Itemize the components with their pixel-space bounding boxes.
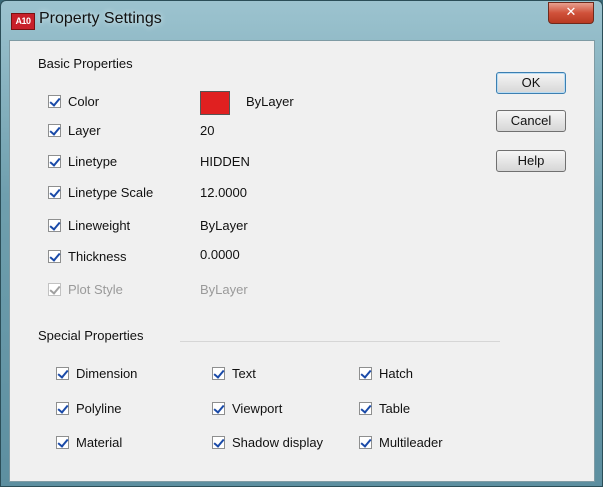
- checkbox-check-icon[interactable]: [48, 124, 61, 137]
- hatch-label: Hatch: [379, 366, 413, 381]
- dialog-body: Basic Properties Color ByLayer Layer 20 …: [9, 40, 595, 482]
- lineweight-label: Lineweight: [68, 218, 131, 233]
- text-label: Text: [232, 366, 256, 381]
- color-swatch: [200, 91, 230, 115]
- window-title: Property Settings: [39, 10, 162, 27]
- checkbox-check-icon[interactable]: [56, 367, 69, 380]
- linetype-scale-label: Linetype Scale: [68, 185, 154, 200]
- autocad-logo-icon: A10: [11, 13, 35, 30]
- checkbox-check-icon[interactable]: [359, 367, 372, 380]
- ok-button[interactable]: OK: [496, 72, 566, 94]
- thickness-value: 0.0000: [200, 247, 240, 262]
- checkbox-check-icon[interactable]: [48, 95, 61, 108]
- linetype-value: HIDDEN: [200, 154, 250, 169]
- thickness-label: Thickness: [68, 249, 127, 264]
- checkbox-check-icon[interactable]: [48, 250, 61, 263]
- checkbox-check-icon[interactable]: [48, 186, 61, 199]
- multileader-label: Multileader: [379, 435, 443, 450]
- checkbox-check-icon[interactable]: [212, 367, 225, 380]
- checkbox-check-icon: [48, 283, 61, 296]
- table-label: Table: [379, 401, 411, 416]
- checkbox-check-icon[interactable]: [56, 436, 69, 449]
- checkbox-check-icon[interactable]: [48, 219, 61, 232]
- property-settings-window: A10 Property Settings ✕ Basic Properties…: [0, 0, 603, 487]
- dimension-label: Dimension: [76, 366, 138, 381]
- plot-style-value: ByLayer: [200, 282, 248, 297]
- special-properties-label: Special Properties: [38, 328, 144, 343]
- title-bar[interactable]: A10 Property Settings ✕: [1, 1, 602, 39]
- layer-value: 20: [200, 123, 215, 138]
- viewport-label: Viewport: [232, 401, 283, 416]
- close-button[interactable]: ✕: [548, 2, 594, 24]
- checkbox-check-icon[interactable]: [48, 155, 61, 168]
- linetype-label: Linetype: [68, 154, 118, 169]
- close-icon: ✕: [565, 5, 577, 20]
- checkbox-check-icon[interactable]: [359, 402, 372, 415]
- color-label: Color: [68, 94, 100, 109]
- basic-properties-label: Basic Properties: [38, 56, 133, 71]
- shadow-display-label: Shadow display: [232, 435, 324, 450]
- plot-style-label: Plot Style: [68, 282, 123, 297]
- checkbox-check-icon[interactable]: [359, 436, 372, 449]
- help-button[interactable]: Help: [496, 150, 566, 172]
- material-label: Material: [76, 435, 123, 450]
- checkbox-check-icon[interactable]: [56, 402, 69, 415]
- linetype-scale-value: 12.0000: [200, 185, 247, 200]
- lineweight-value: ByLayer: [200, 218, 248, 233]
- checkbox-check-icon[interactable]: [212, 402, 225, 415]
- divider: [180, 341, 500, 342]
- cancel-button[interactable]: Cancel: [496, 110, 566, 132]
- checkbox-check-icon[interactable]: [212, 436, 225, 449]
- color-value: ByLayer: [246, 94, 294, 109]
- layer-label: Layer: [68, 123, 101, 138]
- polyline-label: Polyline: [76, 401, 122, 416]
